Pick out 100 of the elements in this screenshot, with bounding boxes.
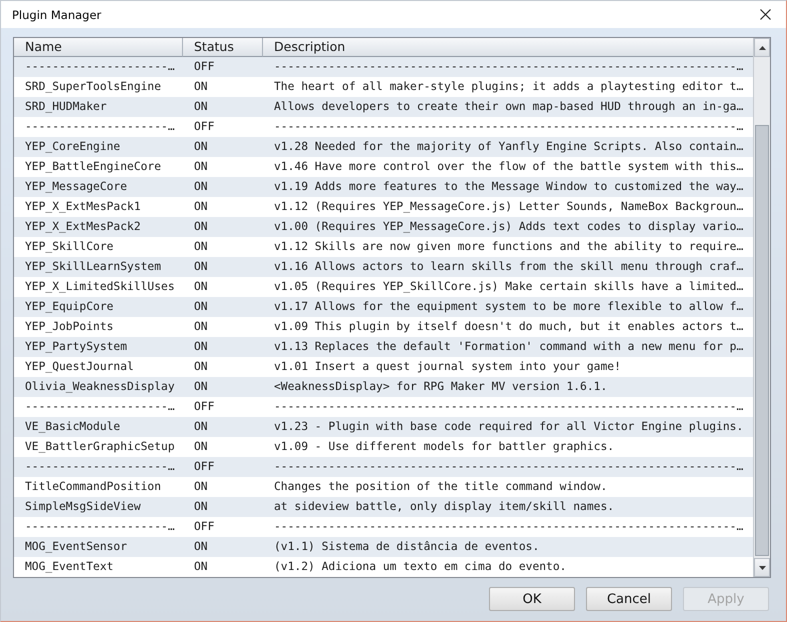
plugin-status: ON — [194, 240, 208, 254]
plugin-name: YEP_X_LimitedSkillUses — [25, 280, 175, 294]
scroll-down-button[interactable] — [754, 558, 770, 577]
plugin-name: MOG_EventSensor — [25, 540, 128, 554]
table-row[interactable]: Olivia_WeaknessDisplay ON <WeaknessDisplay> for RPG Maker MV version 1.6.1. — [14, 377, 753, 397]
plugin-name: SimpleMsgSideView — [25, 500, 141, 514]
plugin-status: ON — [194, 440, 208, 454]
plugin-name: MOG_EventText — [25, 560, 114, 574]
table-row[interactable]: VE_BasicModule ON v1.23 - Plugin with base code required for all Victor Engine plugins. — [14, 417, 753, 437]
plugin-status: ON — [194, 500, 208, 514]
plugin-name: YEP_EquipCore — [25, 300, 114, 314]
plugin-description: v1.12 Skills are now given more functions and the ability to require… — [274, 240, 744, 254]
plugin-name: YEP_PartySystem — [25, 340, 128, 354]
dialog-button[interactable]: OK — [489, 587, 575, 611]
plugin-description: <WeaknessDisplay> for RPG Maker MV version 1.6.1. — [274, 380, 608, 394]
plugin-name: ---------------------… — [25, 400, 175, 414]
plugin-name: VE_BattlerGraphicSetup — [25, 440, 175, 454]
plugin-name: YEP_CoreEngine — [25, 140, 120, 154]
table-row[interactable]: YEP_X_ExtMesPack2 ON v1.00 (Requires YEP_MessageCore.js) Adds text codes to display vario… — [14, 217, 753, 237]
plugin-status: ON — [194, 540, 208, 554]
plugin-status: ON — [194, 280, 208, 294]
plugin-name: Olivia_WeaknessDisplay — [25, 380, 175, 394]
plugin-status: ON — [194, 560, 208, 574]
plugin-description: v1.12 (Requires YEP_MessageCore.js) Letter Sounds, NameBox Backgroun… — [274, 200, 744, 214]
plugin-status: OFF — [194, 400, 214, 414]
plugin-status: ON — [194, 360, 208, 374]
down-arrow-icon — [758, 566, 766, 570]
plugin-description: --------------------------------------------------------------------… — [274, 120, 744, 134]
plugin-status: ON — [194, 200, 208, 214]
plugin-description: Changes the position of the title command window. — [274, 480, 608, 494]
plugin-status: ON — [194, 160, 208, 174]
plugin-description: --------------------------------------------------------------------… — [274, 460, 744, 474]
plugin-status: OFF — [194, 460, 214, 474]
table-row[interactable]: YEP_SkillLearnSystem ON v1.16 Allows actors to learn skills from the skill menu through craf… — [14, 257, 753, 277]
table-row[interactable]: ---------------------… OFF --------------------------------------------------------------------… — [14, 57, 753, 77]
close-icon[interactable] — [760, 9, 771, 20]
plugin-status: ON — [194, 340, 208, 354]
plugin-status: ON — [194, 480, 208, 494]
plugin-description: v1.23 - Plugin with base code required for all Victor Engine plugins. — [274, 420, 744, 434]
plugin-name: YEP_QuestJournal — [25, 360, 134, 374]
table-row[interactable]: ---------------------… OFF --------------------------------------------------------------------… — [14, 457, 753, 477]
column-header[interactable]: Name — [14, 38, 183, 57]
plugin-description: v1.19 Adds more features to the Message Window to customized the way… — [274, 180, 744, 194]
scrollbar-thumb[interactable] — [755, 125, 769, 556]
plugin-name: SRD_SuperToolsEngine — [25, 80, 162, 94]
plugin-name: ---------------------… — [25, 520, 175, 534]
plugin-status: OFF — [194, 520, 214, 534]
table-row[interactable]: MOG_EventSensor ON (v1.1) Sistema de distância de eventos. — [14, 537, 753, 557]
table-row[interactable]: YEP_PartySystem ON v1.13 Replaces the default 'Formation' command with a new menu for p… — [14, 337, 753, 357]
plugin-status: ON — [194, 300, 208, 314]
plugin-name: SRD_HUDMaker — [25, 100, 107, 114]
plugin-status: ON — [194, 220, 208, 234]
plugin-description: v1.13 Replaces the default 'Formation' command with a new menu for p… — [274, 340, 744, 354]
plugin-description: v1.46 Have more control over the flow of the battle system with this… — [274, 160, 744, 174]
plugin-name: YEP_BattleEngineCore — [25, 160, 162, 174]
table-row[interactable]: SRD_HUDMaker ON Allows developers to create their own map-based HUD through an in-ga… — [14, 97, 753, 117]
table-row[interactable]: YEP_CoreEngine ON v1.28 Needed for the majority of Yanfly Engine Scripts. Also contain… — [14, 137, 753, 157]
vertical-scrollbar[interactable] — [753, 38, 770, 577]
column-header[interactable]: Description — [263, 38, 753, 57]
plugin-status: ON — [194, 80, 208, 94]
plugin-name: YEP_MessageCore — [25, 180, 128, 194]
table-row[interactable]: SimpleMsgSideView ON at sideview battle, only display item/skill names. — [14, 497, 753, 517]
plugin-status: ON — [194, 100, 208, 114]
plugin-status: ON — [194, 260, 208, 274]
plugin-description: v1.28 Needed for the majority of Yanfly Engine Scripts. Also contain… — [274, 140, 744, 154]
plugin-description: v1.00 (Requires YEP_MessageCore.js) Adds text codes to display vario… — [274, 220, 744, 234]
plugin-status: OFF — [194, 60, 214, 74]
plugin-description: v1.09 This plugin by itself doesn't do much, but it enables actors t… — [274, 320, 744, 334]
plugin-name: YEP_X_ExtMesPack1 — [25, 200, 141, 214]
plugin-description: (v1.2) Adiciona um texto em cima do evento. — [274, 560, 566, 574]
plugin-description: (v1.1) Sistema de distância de eventos. — [274, 540, 540, 554]
plugin-description: at sideview battle, only display item/skill names. — [274, 500, 614, 514]
plugin-name: ---------------------… — [25, 120, 175, 134]
table-row[interactable]: YEP_MessageCore ON v1.19 Adds more features to the Message Window to customized the way… — [14, 177, 753, 197]
plugin-description: --------------------------------------------------------------------… — [274, 400, 744, 414]
plugin-name: TitleCommandPosition — [25, 480, 162, 494]
plugin-description: v1.01 Insert a quest journal system into your game! — [274, 360, 621, 374]
table-row[interactable]: YEP_EquipCore ON v1.17 Allows for the equipment system to be more flexible to allow f… — [14, 297, 753, 317]
plugin-description: Allows developers to create their own map-based HUD through an in-ga… — [274, 100, 744, 114]
plugin-name: YEP_SkillLearnSystem — [25, 260, 162, 274]
column-header[interactable]: Status — [183, 38, 263, 57]
plugin-description: v1.05 (Requires YEP_SkillCore.js) Make certain skills have a limited… — [274, 280, 744, 294]
plugin-status: ON — [194, 420, 208, 434]
plugin-description: v1.17 Allows for the equipment system to be more flexible to allow f… — [274, 300, 744, 314]
plugin-name: YEP_JobPoints — [25, 320, 114, 334]
plugin-description: v1.16 Allows actors to learn skills from the skill menu through craf… — [274, 260, 744, 274]
plugin-name: YEP_X_ExtMesPack2 — [25, 220, 141, 234]
plugin-name: ---------------------… — [25, 460, 175, 474]
plugin-status: OFF — [194, 120, 214, 134]
plugin-description: The heart of all maker-style plugins; it adds a playtesting editor t… — [274, 80, 744, 94]
plugin-status: ON — [194, 380, 208, 394]
plugin-description: --------------------------------------------------------------------… — [274, 60, 744, 74]
plugin-description: v1.09 - Use different models for battler graphics. — [274, 440, 614, 454]
plugin-status: ON — [194, 140, 208, 154]
plugin-name: ---------------------… — [25, 60, 175, 74]
plugin-status: ON — [194, 180, 208, 194]
plugin-name: YEP_SkillCore — [25, 240, 114, 254]
plugin-status: ON — [194, 320, 208, 334]
dialog-button[interactable]: Cancel — [586, 587, 672, 611]
scroll-up-button[interactable] — [754, 38, 770, 57]
